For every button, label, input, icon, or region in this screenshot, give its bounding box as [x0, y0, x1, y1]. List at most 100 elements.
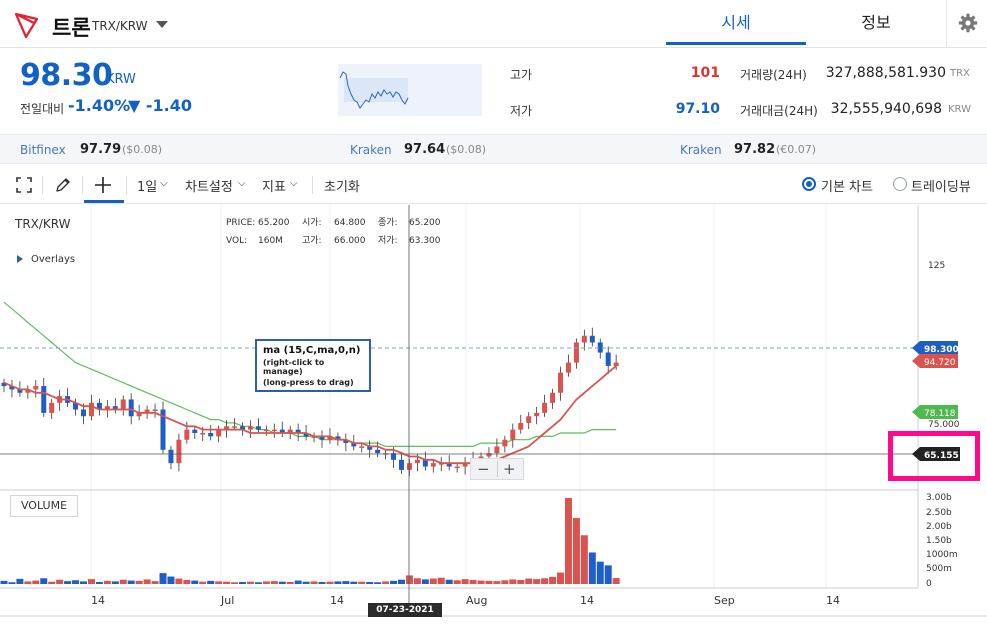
legend-close-label: 종가: — [378, 217, 398, 228]
volume-bar — [549, 576, 557, 584]
volume-bar — [294, 580, 302, 584]
ma-tooltip-hint: (long-press to drag) — [263, 378, 354, 387]
tron-logo-icon — [14, 12, 39, 39]
volume-tick: 1.50b — [926, 536, 952, 546]
volume-bar — [533, 579, 541, 584]
zoom-in-button[interactable]: + — [503, 460, 516, 478]
basic-chart-label[interactable]: 기본 차트 — [821, 176, 873, 195]
candle-body — [414, 459, 420, 464]
exchange-name[interactable]: Kraken — [350, 143, 392, 157]
volume-bar — [326, 581, 334, 584]
candle-body — [33, 386, 39, 390]
candle-body — [454, 466, 460, 469]
volume-bar — [501, 580, 509, 584]
low-value: 97.10 — [675, 101, 720, 117]
tradingview-radio[interactable] — [893, 177, 907, 191]
volume-bar — [334, 581, 342, 584]
volume-bar — [48, 581, 56, 584]
volume-bar — [429, 578, 437, 584]
interval-dropdown[interactable]: 1일 — [137, 176, 157, 195]
exchange-name[interactable]: Kraken — [680, 143, 722, 157]
chart-settings-dropdown[interactable]: 차트설정 — [185, 176, 233, 195]
candle-body — [200, 433, 206, 435]
candle-body — [581, 335, 587, 343]
candle-body — [184, 429, 190, 440]
change-percent: -1.40% — [68, 96, 131, 115]
candle-body — [573, 342, 579, 363]
tab-price[interactable]: 시세 — [666, 0, 806, 45]
candle-body — [518, 422, 524, 430]
top-header: 트론 TRX/KRW 시세 정보 — [0, 0, 987, 48]
candle-body — [565, 362, 571, 373]
exchange-name[interactable]: Bitfinex — [20, 143, 66, 157]
ma15-tag: 94.720 — [912, 354, 958, 368]
volume-bar — [604, 565, 612, 584]
high-value: 101 — [690, 65, 720, 81]
overlays-label[interactable]: Overlays — [31, 254, 75, 265]
crosshair-active-indicator — [84, 200, 124, 203]
price-unit: KRW — [106, 72, 136, 87]
volume-bar — [103, 580, 111, 584]
basic-chart-radio[interactable] — [802, 177, 816, 191]
volume-bar — [8, 582, 16, 584]
volume-bar — [87, 579, 95, 584]
volume-bar — [374, 582, 382, 584]
legend-vol: 160M — [258, 236, 283, 246]
zoom-out-button[interactable]: − — [477, 460, 490, 478]
volume-bar — [421, 579, 429, 584]
volume-bar — [191, 580, 199, 584]
candle-body — [216, 429, 222, 437]
volume-bar — [175, 578, 183, 584]
candle-body — [152, 409, 158, 412]
crosshair-icon[interactable] — [94, 176, 112, 194]
volume-bar — [286, 581, 294, 584]
volume-bar — [119, 579, 127, 584]
exchange-usd: ($0.08) — [446, 143, 487, 156]
volume-bar — [32, 580, 40, 584]
ma50-tag: 78.118 — [912, 405, 958, 419]
legend-price: 65.200 — [258, 218, 290, 228]
volume-bar — [111, 581, 119, 584]
legend-high-label: 고가: — [302, 235, 322, 246]
fullscreen-icon[interactable] — [16, 177, 32, 193]
price-chart[interactable]: TRX/KRW Overlays PRICE: 65.200 시가: 64.80… — [0, 205, 987, 634]
gear-icon[interactable] — [958, 13, 978, 33]
tradingview-label[interactable]: 트레이딩뷰 — [911, 176, 971, 195]
pair-dropdown-icon[interactable] — [156, 21, 168, 28]
pencil-icon[interactable] — [54, 176, 72, 194]
legend-low-label: 저가: — [378, 235, 398, 246]
x-tick: Jul — [220, 594, 234, 607]
volume-study-button[interactable]: VOLUME — [10, 495, 78, 517]
volume-bar — [127, 580, 135, 584]
volume-bar — [0, 580, 8, 584]
candle-body — [550, 392, 556, 403]
candle-body — [613, 362, 619, 366]
toolbar-divider — [126, 176, 127, 194]
volume-bar — [16, 578, 24, 584]
last-price-tag: 98.300 — [912, 341, 959, 355]
legend-price-label: PRICE: — [226, 218, 255, 228]
candle-body — [176, 439, 182, 464]
indicators-dropdown[interactable]: 지표 — [262, 176, 286, 195]
exchange-usd: ($0.08) — [122, 143, 163, 156]
candle-body — [359, 446, 365, 448]
reset-button[interactable]: 초기화 — [324, 176, 360, 195]
volume-bar — [469, 579, 477, 584]
volume-bar — [262, 581, 270, 584]
x-tick: 14 — [91, 594, 105, 607]
exchange-price: 97.64 — [404, 142, 446, 157]
volume-bar — [64, 581, 72, 584]
volume-tick: 3.00b — [926, 493, 952, 503]
volume-bar — [223, 581, 231, 584]
candle-body — [375, 449, 381, 454]
amount-value: 32,555,940,698 — [830, 101, 942, 117]
overlays-toggle-icon[interactable] — [17, 255, 23, 263]
chart-toolbar: 1일 ⌵ 차트설정 ⌵ 지표 ⌵ 초기화 기본 차트 트레이딩뷰 — [0, 166, 987, 204]
zoom-divider — [497, 461, 498, 477]
toolbar-divider — [312, 176, 313, 194]
candle-body — [208, 433, 214, 437]
tab-info[interactable]: 정보 — [806, 0, 946, 45]
volume-bar — [493, 581, 501, 584]
ma-tooltip[interactable]: ma (15,C,ma,0,n) (right-click to manage)… — [255, 339, 371, 392]
candle-body — [271, 429, 277, 432]
